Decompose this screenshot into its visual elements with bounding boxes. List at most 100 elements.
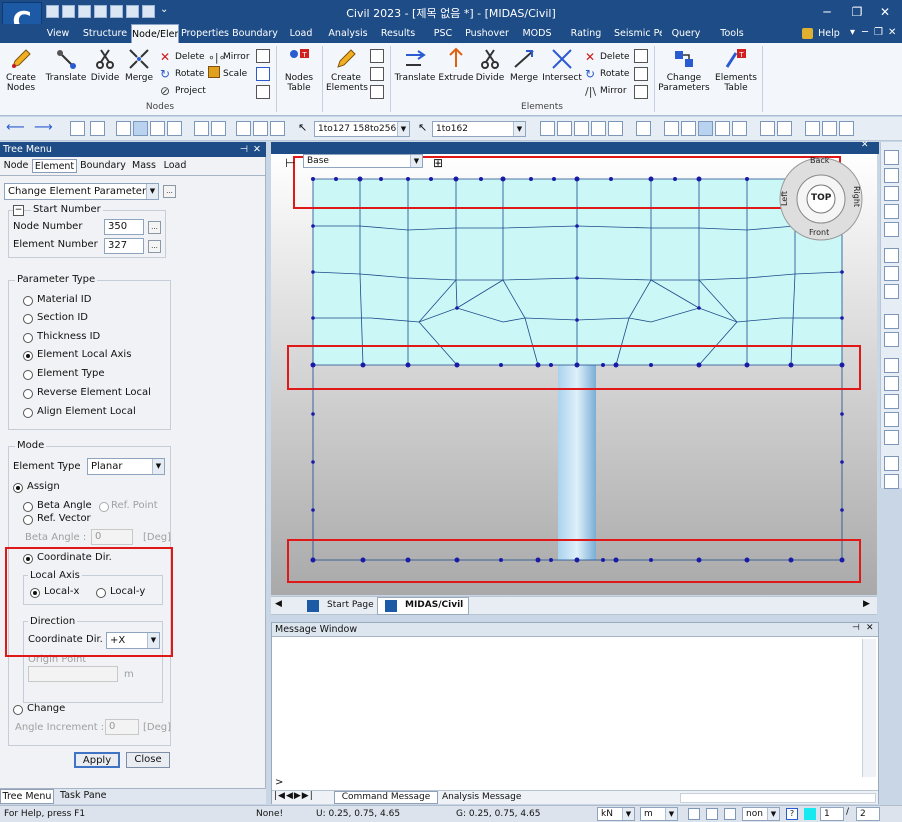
minimize-button[interactable]: ─ <box>814 3 840 21</box>
radio-element-type[interactable] <box>23 370 33 380</box>
radio-thickness-id[interactable] <box>23 333 33 343</box>
merge-elements-button[interactable]: Merge <box>508 47 540 83</box>
element-tool-icon-3[interactable] <box>370 85 384 99</box>
translate-nodes-button[interactable]: Translate <box>45 47 87 83</box>
toolbar-icon-1[interactable] <box>70 121 85 136</box>
chevron-down-icon[interactable]: ▼ <box>665 808 677 820</box>
capture-icon[interactable] <box>884 474 899 489</box>
zoom-in-icon[interactable] <box>884 186 899 201</box>
close-icon[interactable]: ✕ <box>253 142 261 157</box>
chevron-down-icon[interactable]: ▼ <box>410 155 422 167</box>
chevron-down-icon[interactable]: ▼ <box>513 122 525 136</box>
restore-button[interactable]: ❐ <box>844 3 870 21</box>
close-window-button[interactable]: ✕ <box>872 3 898 21</box>
mirror-elements-button[interactable]: /|\ Mirror <box>585 83 627 99</box>
create-nodes-button[interactable]: Create Nodes <box>4 47 38 93</box>
tab-load[interactable]: Load <box>288 24 314 43</box>
display-icon-2[interactable] <box>681 121 696 136</box>
mirror-nodes-button[interactable]: ∘|∘Mirror <box>208 49 250 65</box>
element-tool-icon-6[interactable] <box>634 85 648 99</box>
command-prompt[interactable]: > <box>275 777 283 788</box>
element-tool-icon-5[interactable] <box>634 67 648 81</box>
radio-ref-vector[interactable] <box>23 515 33 525</box>
tab-mods[interactable]: MODS <box>521 24 553 43</box>
pin-icon[interactable]: ⊣ <box>240 142 248 157</box>
element-type-select[interactable]: Planar ▼ <box>87 458 165 475</box>
page-input[interactable]: 1 <box>820 807 844 821</box>
pan-icon[interactable] <box>884 248 899 263</box>
pin-icon[interactable]: ⊣ <box>852 623 860 633</box>
tab-view[interactable]: View <box>46 24 70 43</box>
origin-point-input[interactable] <box>28 666 118 682</box>
filter-select[interactable]: non ▼ <box>742 807 780 821</box>
model-viewport[interactable]: ⊢ Base ▼ ⊞ Back Front Left Right TOP <box>271 154 877 595</box>
divide-elements-button[interactable]: Divide <box>475 47 505 83</box>
render-icon-5[interactable] <box>884 430 899 445</box>
tab-node[interactable]: Node <box>2 159 30 173</box>
total-pages-input[interactable]: 2 <box>856 807 880 821</box>
node-tool-icon-3[interactable] <box>256 85 270 99</box>
element-number-input[interactable]: 327 <box>104 238 144 254</box>
help-icon[interactable] <box>802 28 813 39</box>
tab-structure[interactable]: Structure <box>82 24 128 43</box>
tab-analysis[interactable]: Analysis <box>327 24 369 43</box>
project-nodes-button[interactable]: ⊘ Project <box>160 83 206 99</box>
redo-arrow-icon[interactable]: ⟶ <box>34 120 53 135</box>
view-icon-3[interactable] <box>574 121 589 136</box>
tab-psc[interactable]: PSC <box>432 24 454 43</box>
select-intersect-icon[interactable] <box>167 121 182 136</box>
merge-nodes-button[interactable]: Merge <box>123 47 155 83</box>
tab-command-message[interactable]: Command Message <box>334 791 438 804</box>
zoom-window-icon[interactable] <box>884 168 899 183</box>
chevron-down-icon[interactable]: ▼ <box>397 122 409 136</box>
node-tool-icon-2[interactable] <box>256 67 270 81</box>
nodes-table-button[interactable]: T Nodes Table <box>282 47 316 93</box>
view-cube-front[interactable]: Front <box>809 228 829 237</box>
display-icon-8[interactable] <box>805 121 820 136</box>
tab-mass[interactable]: Mass <box>130 159 158 173</box>
tab-properties[interactable]: Properties <box>181 24 229 43</box>
radio-material-id[interactable] <box>23 296 33 306</box>
tab-boundary[interactable]: Boundary <box>80 159 126 173</box>
select-window-icon[interactable] <box>133 121 148 136</box>
length-unit-select[interactable]: m ▼ <box>640 807 678 821</box>
radio-reverse-element-local[interactable] <box>23 389 33 399</box>
more-button[interactable]: ... <box>163 185 176 198</box>
tab-query[interactable]: Query <box>671 24 701 43</box>
rotate-nodes-button[interactable]: ↻ Rotate <box>160 66 204 82</box>
doc-minimize-icon[interactable]: ─ <box>862 27 868 38</box>
toolbar-icon-4[interactable] <box>211 121 226 136</box>
tab-scroll-left-icon[interactable]: ◀ <box>275 599 282 609</box>
tab-tree-menu[interactable]: Tree Menu <box>0 789 54 804</box>
create-elements-button[interactable]: Create Elements <box>326 47 368 93</box>
select-polygon-icon[interactable] <box>150 121 165 136</box>
close-icon[interactable]: ✕ <box>866 623 874 633</box>
zoom-all-icon[interactable] <box>884 222 899 237</box>
chevron-down-icon[interactable]: ▼ <box>152 459 164 474</box>
dynamic-view-icon[interactable] <box>884 284 899 299</box>
display-icon-6[interactable] <box>760 121 775 136</box>
snap-icon-2[interactable] <box>706 808 718 820</box>
tab-boundary[interactable]: Boundary <box>232 24 278 43</box>
hidden-icon[interactable] <box>884 314 899 329</box>
view-icon-1[interactable] <box>540 121 555 136</box>
color-swatch-icon[interactable] <box>804 808 816 820</box>
radio-ref-point[interactable] <box>99 502 109 512</box>
delete-nodes-button[interactable]: ✕ Delete <box>160 49 205 65</box>
ribbon-minimize-icon[interactable]: ▾ <box>850 27 855 38</box>
radio-section-id[interactable] <box>23 314 33 324</box>
zoom-out-icon[interactable] <box>884 204 899 219</box>
tab-tools[interactable]: Tools <box>718 24 746 43</box>
rotate-elements-button[interactable]: ↻ Rotate <box>585 66 629 82</box>
toolbar-icon-7[interactable] <box>270 121 285 136</box>
beta-angle-input[interactable]: 0 <box>91 529 133 545</box>
message-scrollbar[interactable] <box>862 639 876 777</box>
base-plane-select[interactable]: Base ▼ <box>303 154 423 168</box>
radio-element-local-axis[interactable] <box>23 351 33 361</box>
node-number-more-button[interactable]: ... <box>148 221 161 234</box>
view-icon-4[interactable] <box>591 121 606 136</box>
chevron-down-icon[interactable]: ▼ <box>767 808 779 820</box>
angle-increment-input[interactable]: 0 <box>105 719 139 735</box>
display-icon-5[interactable] <box>732 121 747 136</box>
tab-task-pane[interactable]: Task Pane <box>60 790 107 801</box>
